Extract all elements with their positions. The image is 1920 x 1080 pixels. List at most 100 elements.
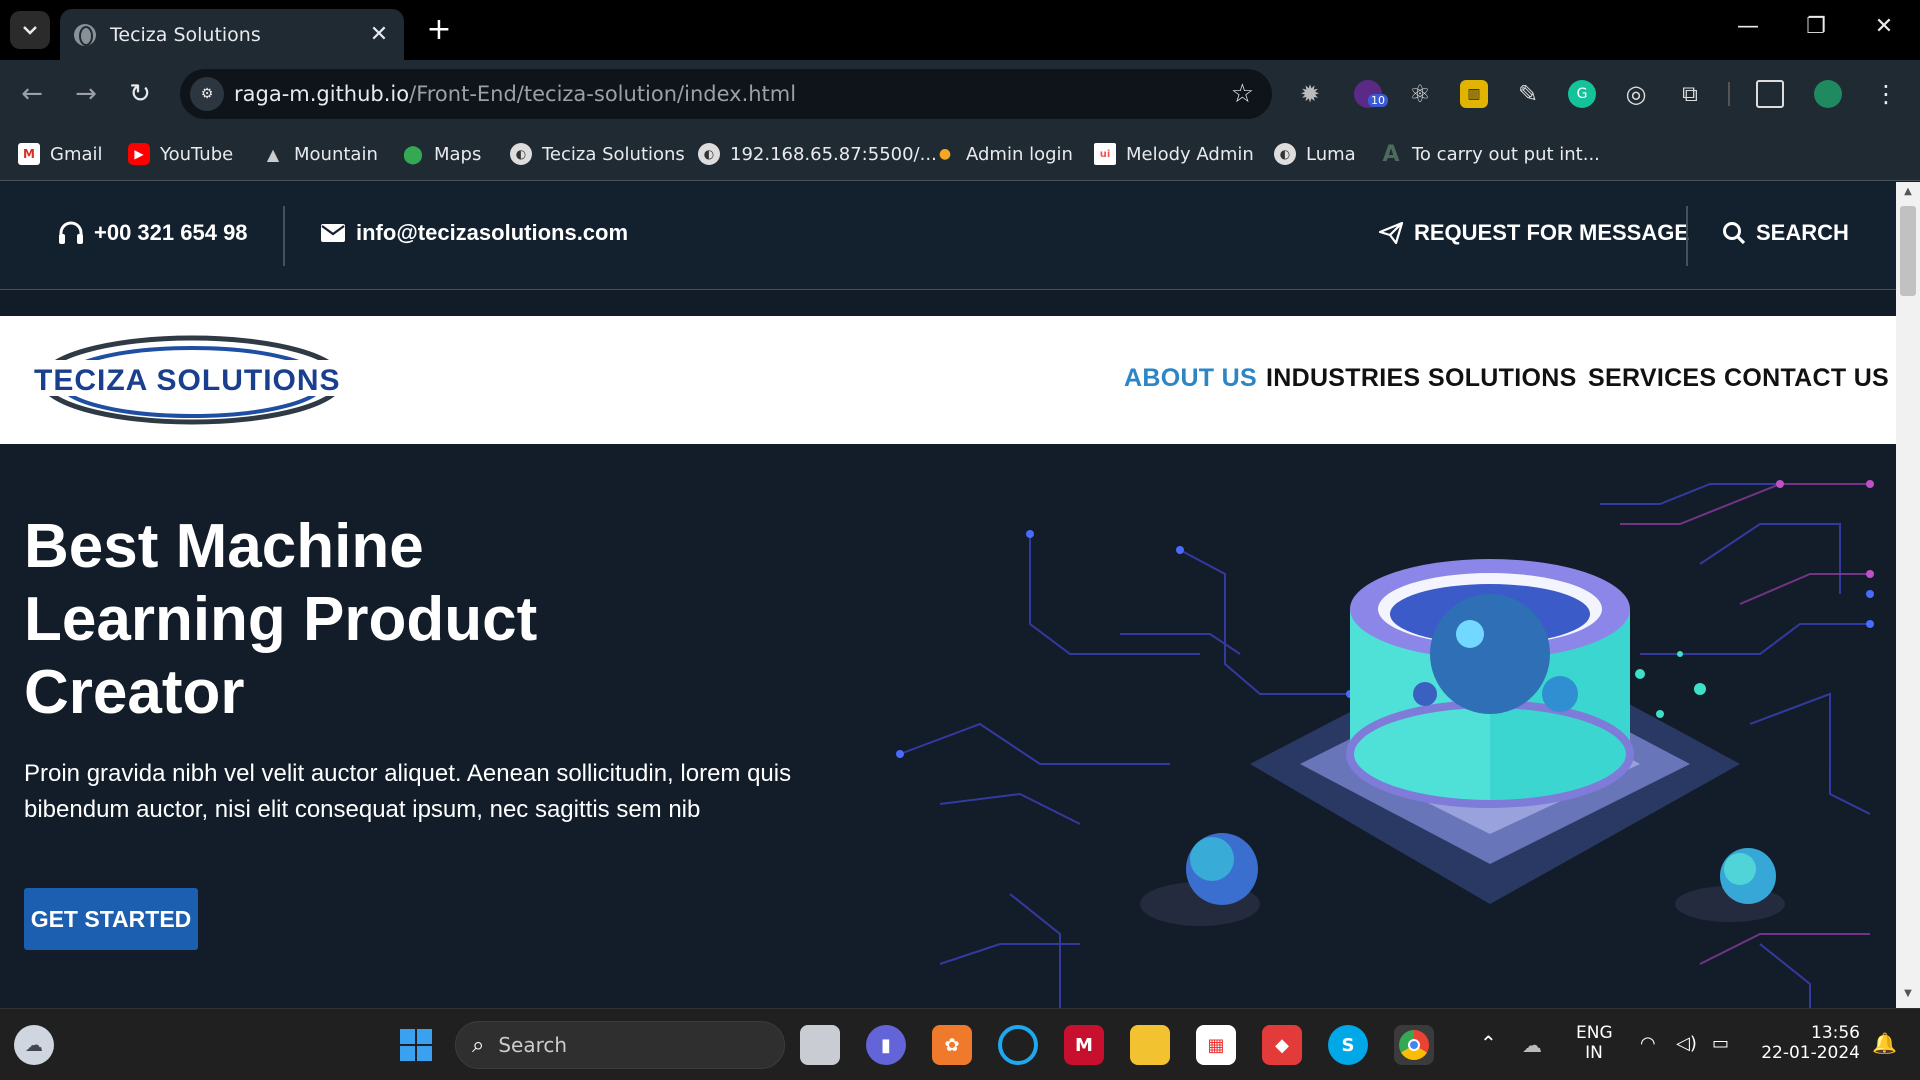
- bookmark-star-icon[interactable]: ☆: [1231, 79, 1254, 109]
- close-tab-icon[interactable]: ✕: [368, 22, 390, 47]
- youtube-icon: ▶: [128, 143, 150, 165]
- globe-icon: ◐: [510, 143, 532, 165]
- mountain-icon: ▲: [266, 144, 280, 164]
- scroll-down-arrow[interactable]: ▼: [1900, 988, 1916, 1002]
- anydesk-icon[interactable]: ◆: [1262, 1025, 1302, 1065]
- teciza-logo[interactable]: TECIZA SOLUTIONS: [30, 332, 350, 428]
- request-message-link[interactable]: REQUEST FOR MESSAGE: [1378, 220, 1689, 246]
- main-navbar: TECIZA SOLUTIONS ABOUT US INDUSTRIES SOL…: [0, 316, 1896, 444]
- task-view-icon[interactable]: [800, 1025, 840, 1065]
- bookmark-mountain[interactable]: ▲ Mountain: [262, 140, 378, 168]
- start-button[interactable]: [396, 1025, 436, 1065]
- search-icon: [1723, 222, 1746, 245]
- taskbar-search-box[interactable]: ⌕ Search: [455, 1021, 785, 1069]
- bookmark-admin-login[interactable]: ● Admin login: [934, 140, 1073, 168]
- header-spacer: [0, 290, 1896, 316]
- windows-logo-icon: [400, 1029, 432, 1061]
- restore-button[interactable]: ❐: [1796, 14, 1836, 39]
- minimize-button[interactable]: —: [1728, 14, 1768, 39]
- chrome-logo: [1399, 1030, 1429, 1060]
- teams-chat-icon[interactable]: ▮: [866, 1025, 906, 1065]
- extensions-puzzle-icon[interactable]: ⧉: [1676, 80, 1704, 108]
- bookmark-gmail[interactable]: M Gmail: [18, 140, 103, 168]
- tab-search-button[interactable]: [10, 11, 50, 49]
- nav-solutions[interactable]: SOLUTIONS: [1428, 364, 1577, 393]
- get-started-button[interactable]: GET STARTED: [24, 888, 198, 950]
- ruler-extension-icon[interactable]: ▥: [1460, 80, 1488, 108]
- globe-icon: [74, 23, 96, 46]
- hero-title: Best Machine Learning Product Creator: [24, 512, 538, 727]
- back-button[interactable]: ←: [14, 76, 50, 112]
- cortana-icon[interactable]: [998, 1025, 1038, 1065]
- bookmark-teciza[interactable]: ◐ Teciza Solutions: [510, 140, 685, 168]
- show-hidden-icons-arrow[interactable]: ⌃: [1480, 1031, 1497, 1055]
- windows-taskbar: ☁ ⌕ Search ▮ ✿ M ▦ ◆ S ⌃ ☁ ENG IN ◠ ◁) ▭…: [0, 1008, 1920, 1080]
- reload-button[interactable]: ↻: [122, 76, 158, 112]
- scrollbar-thumb[interactable]: [1900, 206, 1916, 296]
- forward-button[interactable]: →: [68, 76, 104, 112]
- clock[interactable]: 13:56 22-01-2024: [1760, 1023, 1860, 1063]
- color-picker-icon[interactable]: ✎: [1514, 80, 1542, 108]
- globe-icon: ◐: [1274, 143, 1296, 165]
- profile-avatar[interactable]: [1814, 80, 1842, 108]
- file-explorer-icon[interactable]: [1130, 1025, 1170, 1065]
- battery-icon[interactable]: ▭: [1712, 1033, 1729, 1054]
- url-text[interactable]: raga-m.github.io/Front-End/teciza-soluti…: [234, 82, 1231, 106]
- page-scrollbar[interactable]: ▲ ▼: [1896, 182, 1920, 1008]
- globe-icon: ◐: [698, 143, 720, 165]
- xampp-icon[interactable]: ✿: [932, 1025, 972, 1065]
- skype-icon[interactable]: S: [1328, 1025, 1368, 1065]
- react-devtools-icon[interactable]: ⚛: [1406, 80, 1434, 108]
- new-tab-button[interactable]: +: [424, 12, 454, 47]
- nav-services[interactable]: SERVICES: [1588, 364, 1716, 393]
- bookmarks-bar: M Gmail ▶ YouTube ▲ Mountain ⬤ Maps ◐ Teciza …: [0, 128, 1920, 181]
- mcafee-icon[interactable]: M: [1064, 1025, 1104, 1065]
- bookmark-local-server[interactable]: ◐ 192.168.65.87:5500/...: [698, 140, 937, 168]
- grammarly-icon[interactable]: G: [1568, 80, 1596, 108]
- nav-industries[interactable]: INDUSTRIES: [1266, 364, 1420, 393]
- gmail-icon: M: [18, 143, 40, 165]
- weather-icon[interactable]: ☁: [14, 1025, 54, 1065]
- address-bar[interactable]: ⚙ raga-m.github.io/Front-End/teciza-solu…: [180, 69, 1272, 119]
- microsoft-store-icon[interactable]: ▦: [1196, 1025, 1236, 1065]
- chrome-icon[interactable]: [1394, 1025, 1434, 1065]
- bookmark-melody-admin[interactable]: ui Melody Admin: [1094, 140, 1254, 168]
- maps-icon: ⬤: [402, 143, 424, 165]
- chevron-down-icon: [23, 26, 37, 35]
- hat-extension-icon[interactable]: 10: [1354, 80, 1388, 108]
- close-window-button[interactable]: ✕: [1864, 14, 1904, 39]
- target-extension-icon[interactable]: ◎: [1622, 80, 1650, 108]
- nav-contact-us[interactable]: CONTACT US: [1724, 364, 1889, 393]
- language-indicator[interactable]: ENG IN: [1576, 1023, 1613, 1063]
- onedrive-icon[interactable]: ☁: [1522, 1033, 1542, 1057]
- email-contact[interactable]: info@tecizasolutions.com: [320, 220, 628, 246]
- scroll-up-arrow[interactable]: ▲: [1900, 186, 1916, 200]
- extension-badge: 10: [1368, 94, 1388, 107]
- notification-bell-icon[interactable]: 🔔: [1872, 1031, 1897, 1055]
- headphones-icon: [59, 221, 83, 244]
- melody-icon: ui: [1094, 143, 1116, 165]
- topbar-divider: [283, 206, 285, 266]
- web-page: +00 321 654 98 info@tecizasolutions.com …: [0, 182, 1896, 1008]
- settings-extension-icon[interactable]: ✹: [1296, 80, 1324, 108]
- nav-about-us[interactable]: ABOUT US: [1124, 364, 1257, 393]
- search-link[interactable]: SEARCH: [1722, 220, 1849, 246]
- bookmark-maps[interactable]: ⬤ Maps: [402, 140, 481, 168]
- bookmark-carry-out[interactable]: A To carry out put int...: [1380, 140, 1599, 168]
- site-info-icon[interactable]: ⚙: [190, 77, 224, 111]
- machine-learning-illustration: [896, 480, 1874, 1008]
- logo-text: TECIZA SOLUTIONS: [34, 364, 341, 397]
- admin-icon: ●: [938, 146, 952, 162]
- active-tab[interactable]: Teciza Solutions ✕: [60, 9, 404, 60]
- bookmark-luma[interactable]: ◐ Luma: [1274, 140, 1356, 168]
- tab-title: Teciza Solutions: [110, 23, 261, 46]
- side-panel-icon[interactable]: [1756, 80, 1784, 108]
- volume-icon[interactable]: ◁): [1676, 1033, 1697, 1054]
- toolbar-divider: [1728, 82, 1730, 106]
- wifi-icon[interactable]: ◠: [1640, 1033, 1656, 1054]
- bookmark-youtube[interactable]: ▶ YouTube: [128, 140, 233, 168]
- font-icon: A: [1382, 141, 1400, 167]
- hero-section: Best Machine Learning Product Creator Pr…: [0, 444, 1896, 1008]
- phone-contact[interactable]: +00 321 654 98: [58, 220, 248, 246]
- browser-menu-icon[interactable]: ⋮: [1872, 80, 1900, 108]
